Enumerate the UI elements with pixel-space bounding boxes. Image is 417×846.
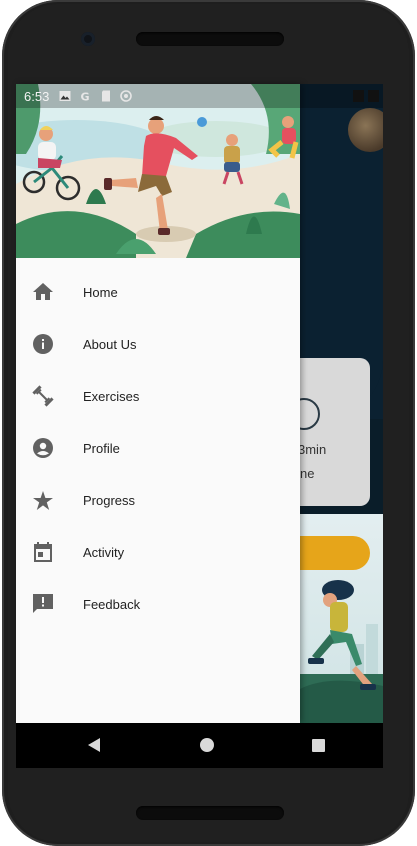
- menu-label-about-us: About Us: [83, 336, 137, 352]
- menu-label-feedback: Feedback: [83, 596, 141, 612]
- status-bar: 6:53 G: [16, 84, 383, 108]
- sync-icon: [120, 90, 132, 102]
- system-nav-bar: [16, 723, 383, 768]
- menu-item-feedback[interactable]: Feedback: [16, 578, 300, 630]
- top-speaker: [136, 32, 284, 46]
- home-circle-icon[interactable]: [200, 738, 214, 752]
- workout-card[interactable]: [300, 358, 370, 506]
- app-background-visible: 3min ne: [300, 84, 383, 723]
- menu-label-progress: Progress: [83, 492, 136, 508]
- info-icon: [32, 333, 54, 355]
- menu-label-profile: Profile: [83, 440, 120, 456]
- account-circle-icon: [32, 437, 54, 459]
- sd-card-icon: [102, 90, 110, 102]
- menu-item-about-us[interactable]: About Us: [16, 318, 300, 370]
- battery-icon: [368, 90, 379, 102]
- gallery-icon: [59, 91, 71, 101]
- card-time: 3min: [300, 442, 327, 457]
- bottom-speaker: [136, 806, 284, 820]
- start-button[interactable]: [300, 536, 370, 570]
- google-icon: G: [80, 91, 89, 103]
- menu-item-progress[interactable]: Progress: [16, 474, 300, 526]
- svg-text:G: G: [80, 91, 89, 103]
- menu-item-activity[interactable]: Activity: [16, 526, 300, 578]
- menu-item-profile[interactable]: Profile: [16, 422, 300, 474]
- drawer-header-illustration: [16, 84, 300, 258]
- card-label: ne: [300, 466, 315, 481]
- home-icon: [32, 281, 54, 303]
- front-camera: [81, 32, 95, 46]
- menu-label-home: Home: [83, 284, 118, 300]
- wifi-icon: [353, 90, 364, 102]
- menu-label-exercises: Exercises: [83, 388, 140, 404]
- dumbbell-icon: [32, 385, 54, 407]
- menu-item-home[interactable]: Home: [16, 266, 300, 318]
- menu-item-exercises[interactable]: Exercises: [16, 370, 300, 422]
- menu-label-activity: Activity: [83, 544, 125, 560]
- status-time: 6:53: [24, 89, 50, 104]
- calendar-icon: [32, 541, 54, 563]
- star-icon: [32, 489, 54, 511]
- back-icon[interactable]: [88, 738, 100, 752]
- feedback-icon: [32, 593, 54, 615]
- recents-icon[interactable]: [312, 739, 325, 752]
- runner-figure: [308, 580, 376, 690]
- navigation-drawer[interactable]: Home About Us Exercises Profile Progress…: [16, 84, 300, 723]
